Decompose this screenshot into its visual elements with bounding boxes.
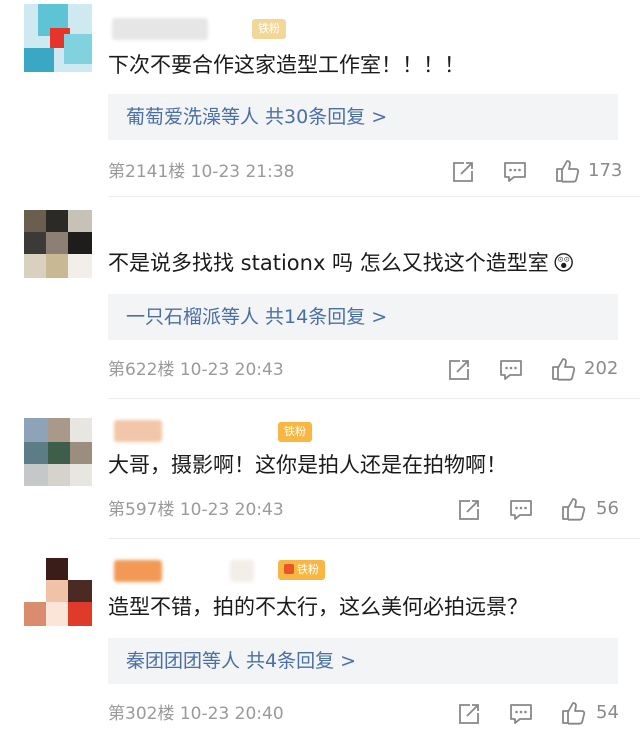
divider — [108, 196, 640, 197]
like-icon[interactable] — [560, 496, 586, 522]
comment-meta: 第2141楼 10-23 21:38 — [108, 160, 294, 184]
avatar[interactable] — [24, 210, 92, 278]
timestamp: 10-23 20:43 — [179, 500, 284, 520]
reply-summary-link[interactable]: 葡萄爱洗澡等人 共30条回复 > — [126, 94, 387, 140]
reply-summary-link[interactable]: 一只石榴派等人 共14条回复 > — [126, 294, 387, 340]
avatar[interactable] — [24, 4, 92, 72]
comment-item: 不是说多找找 stationx 吗 怎么又找这个造型室 😲 一只石榴派等人 共14… — [0, 200, 640, 400]
comment-text: 下次不要合作这家造型工作室！！！！ — [108, 53, 465, 77]
reply-summary[interactable]: 葡萄爱洗澡等人 共30条回复 > — [108, 94, 618, 140]
username-blurred[interactable] — [230, 560, 254, 582]
like-icon[interactable] — [560, 700, 586, 726]
like-icon[interactable] — [554, 158, 580, 184]
like-count: 54 — [596, 702, 619, 723]
surprised-emoji-icon: 😲 — [552, 251, 575, 275]
comment-meta: 第622楼 10-23 20:43 — [108, 358, 284, 382]
timestamp: 10-23 20:40 — [179, 704, 284, 724]
floor-number: 第622楼 — [108, 360, 175, 380]
comment-text-body: 不是说多找找 stationx 吗 怎么又找这个造型室 — [108, 251, 549, 275]
like-count: 56 — [596, 498, 619, 519]
comment-meta: 第302楼 10-23 20:40 — [108, 702, 284, 726]
comment-icon[interactable] — [502, 159, 528, 185]
comment-text: 大哥，摄影啊！这你是拍人还是在拍物啊！ — [108, 453, 507, 477]
comment-item: 铁粉 大哥，摄影啊！这你是拍人还是在拍物啊！ 第597楼 10-23 20:43… — [0, 400, 640, 540]
floor-number: 第597楼 — [108, 500, 175, 520]
username-blurred[interactable] — [114, 420, 162, 442]
timestamp: 10-23 21:38 — [190, 162, 295, 182]
share-icon[interactable] — [456, 701, 482, 727]
like-icon[interactable] — [550, 356, 576, 382]
floor-number: 第2141楼 — [108, 162, 186, 182]
floor-number: 第302楼 — [108, 704, 175, 724]
share-icon[interactable] — [450, 159, 476, 185]
gift-icon — [284, 564, 294, 574]
divider — [108, 398, 640, 399]
comment-icon[interactable] — [508, 701, 534, 727]
username-blurred[interactable] — [112, 18, 208, 40]
comment-item: 铁粉 造型不错，拍的不太行，这么美何必拍远景？ 秦团团团等人 共4条回复 > 第… — [0, 540, 640, 740]
like-count: 173 — [588, 160, 623, 181]
fan-badge-label: 铁粉 — [297, 563, 319, 576]
username-blurred[interactable] — [114, 560, 162, 582]
avatar[interactable] — [24, 558, 92, 626]
comment-icon[interactable] — [508, 497, 534, 523]
reply-summary[interactable]: 秦团团团等人 共4条回复 > — [108, 638, 618, 684]
fan-badge: 铁粉 — [252, 19, 286, 39]
reply-summary[interactable]: 一只石榴派等人 共14条回复 > — [108, 294, 618, 340]
fan-badge: 铁粉 — [278, 560, 325, 580]
reply-summary-link[interactable]: 秦团团团等人 共4条回复 > — [126, 638, 356, 684]
comment-text: 不是说多找找 stationx 吗 怎么又找这个造型室 😲 — [108, 248, 575, 278]
fan-badge: 铁粉 — [278, 422, 312, 442]
share-icon[interactable] — [456, 497, 482, 523]
share-icon[interactable] — [446, 357, 472, 383]
avatar[interactable] — [24, 418, 92, 486]
comment-item: 铁粉 下次不要合作这家造型工作室！！！！ 葡萄爱洗澡等人 共30条回复 > 第2… — [0, 0, 640, 200]
like-count: 202 — [584, 358, 619, 379]
comment-text: 造型不错，拍的不太行，这么美何必拍远景？ — [108, 595, 528, 619]
comment-icon[interactable] — [498, 357, 524, 383]
timestamp: 10-23 20:43 — [179, 360, 284, 380]
comment-meta: 第597楼 10-23 20:43 — [108, 498, 284, 522]
divider — [108, 538, 640, 539]
